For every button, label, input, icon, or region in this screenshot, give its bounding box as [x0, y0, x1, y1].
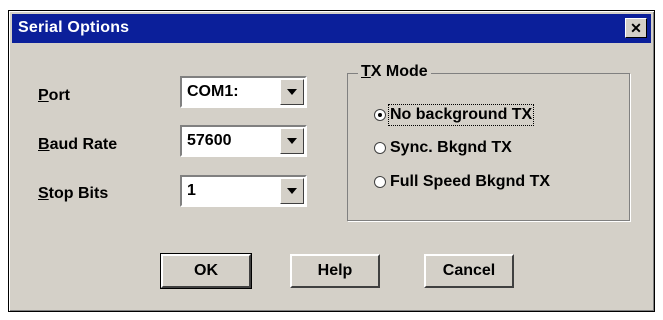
- radio-label: Sync. Bkgnd TX: [390, 139, 512, 156]
- tx-mode-group: TX Mode No background TX Sync. Bkgnd TX …: [347, 63, 630, 221]
- port-select-value: COM1:: [187, 83, 239, 100]
- dropdown-arrow-icon: [287, 89, 297, 95]
- radio-label: Full Speed Bkgnd TX: [390, 173, 551, 190]
- baud-rate-select-value: 57600: [187, 132, 232, 149]
- baud-rate-dropdown-button[interactable]: [280, 128, 304, 154]
- dialog-title: Serial Options: [18, 19, 130, 36]
- stop-bits-select[interactable]: 1: [180, 175, 307, 207]
- radio-label: No background TX: [387, 104, 535, 126]
- baud-rate-select[interactable]: 57600: [180, 125, 307, 157]
- dropdown-arrow-icon: [287, 188, 297, 194]
- port-dropdown-button[interactable]: [280, 79, 304, 105]
- stop-bits-label: Stop Bits: [38, 185, 109, 202]
- title-bar[interactable]: Serial Options ✕: [12, 14, 651, 43]
- radio-button[interactable]: [374, 109, 386, 121]
- close-icon: ✕: [630, 20, 642, 36]
- stop-bits-select-value: 1: [187, 182, 196, 199]
- radio-dot-icon: [378, 113, 382, 117]
- ok-button[interactable]: OK: [160, 253, 252, 289]
- help-button[interactable]: Help: [290, 254, 380, 288]
- dropdown-arrow-icon: [287, 138, 297, 144]
- radio-button[interactable]: [374, 176, 386, 188]
- port-label: Port: [38, 87, 70, 104]
- serial-options-dialog: Serial Options ✕ Port COM1: Baud Rate 57…: [8, 10, 655, 312]
- radio-button[interactable]: [374, 142, 386, 154]
- tx-mode-group-title: TX Mode: [358, 63, 431, 81]
- port-select[interactable]: COM1:: [180, 76, 307, 108]
- baud-rate-label: Baud Rate: [38, 136, 118, 153]
- radio-sync-bkgnd-tx[interactable]: Sync. Bkgnd TX: [374, 137, 512, 159]
- stop-bits-dropdown-button[interactable]: [280, 178, 304, 204]
- radio-no-background-tx[interactable]: No background TX: [374, 104, 535, 126]
- cancel-button[interactable]: Cancel: [424, 254, 514, 288]
- radio-full-speed-bkgnd-tx[interactable]: Full Speed Bkgnd TX: [374, 171, 550, 193]
- close-button[interactable]: ✕: [625, 18, 647, 38]
